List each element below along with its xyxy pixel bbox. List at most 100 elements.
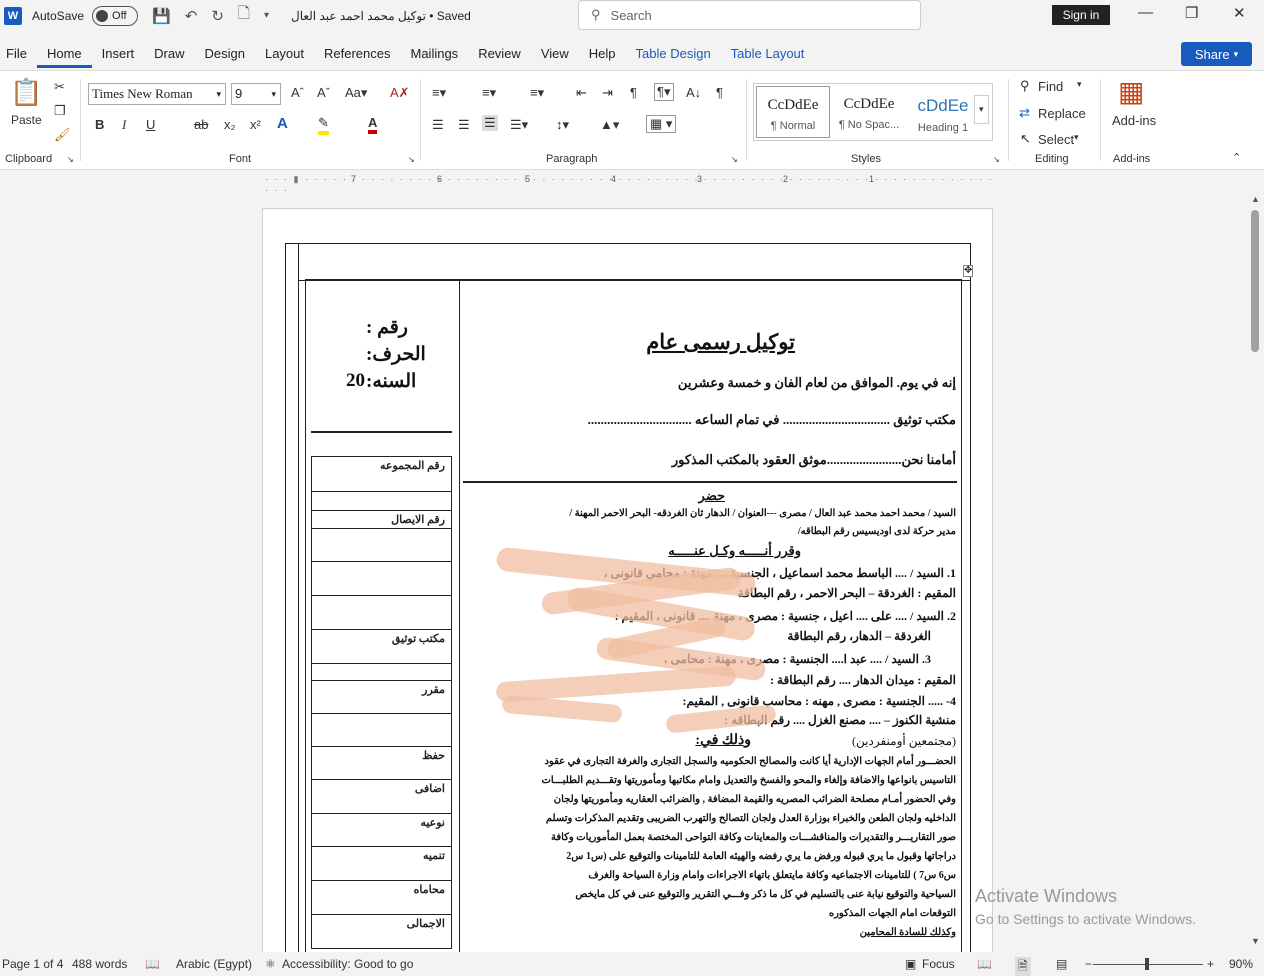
replace-icon[interactable]: ⇄ — [1019, 105, 1030, 121]
search-box[interactable]: ⚲ Search — [578, 0, 921, 30]
tab-table-design[interactable]: Table Design — [626, 40, 721, 68]
tab-design[interactable]: Design — [195, 40, 255, 68]
read-mode-icon[interactable]: 📖 — [977, 957, 992, 971]
collapse-ribbon-icon[interactable]: ⌃ — [1232, 151, 1241, 164]
bullets-icon[interactable]: ≡▾ — [432, 85, 446, 101]
line-spacing-icon[interactable]: ↕▾ — [556, 117, 569, 133]
font-color-icon[interactable]: A — [368, 115, 378, 134]
accessibility-status[interactable]: Accessibility: Good to go — [282, 957, 413, 971]
print-layout-icon[interactable]: 🗎 — [1015, 957, 1031, 976]
redo-icon[interactable]: ↻ — [211, 7, 224, 25]
font-name-box[interactable]: Times New Roman ▾ — [88, 83, 226, 105]
web-layout-icon[interactable]: ▤ — [1056, 957, 1067, 971]
scroll-up-icon[interactable]: ▲ — [1251, 194, 1260, 204]
paste-label[interactable]: Paste — [11, 113, 42, 127]
dialog-launcher-icon[interactable]: ↘ — [408, 155, 415, 164]
tab-view[interactable]: View — [531, 40, 579, 68]
tab-insert[interactable]: Insert — [92, 40, 145, 68]
decrease-indent-icon[interactable]: ⇤ — [576, 85, 587, 101]
grow-font-icon[interactable]: Aˆ — [291, 85, 304, 100]
addins-label[interactable]: Add-ins — [1112, 113, 1156, 128]
vertical-scrollbar[interactable]: ▲ ▼ — [1248, 192, 1264, 952]
tab-home[interactable]: Home — [36, 40, 92, 68]
strikethrough-icon[interactable]: ab — [194, 117, 208, 132]
ltr-paragraph-icon[interactable]: ¶ — [630, 85, 637, 100]
tab-file[interactable]: File — [0, 40, 37, 68]
shading-icon[interactable]: ▲▾ — [600, 117, 619, 133]
scrollbar-thumb[interactable] — [1251, 210, 1259, 352]
justify-icon[interactable]: ☰▾ — [510, 117, 528, 133]
find-label[interactable]: Find — [1038, 79, 1063, 94]
restore-icon[interactable]: ❐ — [1185, 4, 1198, 22]
document-page[interactable]: ✥ رقم : الحرف: السنه: 20 رقم المجموعه رق… — [262, 208, 993, 952]
zoom-out-icon[interactable]: − — [1085, 957, 1092, 971]
tab-review[interactable]: Review — [468, 40, 531, 68]
page-indicator[interactable]: Page 1 of 4 — [2, 957, 63, 971]
new-document-icon[interactable]: 🗋 — [238, 3, 250, 28]
text-effects-icon[interactable]: A — [277, 115, 288, 132]
increase-indent-icon[interactable]: ⇥ — [602, 85, 613, 101]
shrink-font-icon[interactable]: Aˇ — [317, 85, 330, 100]
share-button[interactable]: Share ▾ — [1181, 42, 1252, 66]
table-move-handle-icon[interactable]: ✥ — [963, 265, 974, 277]
language-indicator[interactable]: Arabic (Egypt) — [176, 957, 252, 971]
document-title[interactable]: توكيل محمد احمد عبد العال • Saved — [291, 9, 471, 23]
highlight-icon[interactable]: ✎ — [318, 115, 329, 135]
minimize-icon[interactable]: — — [1138, 4, 1153, 21]
replace-label[interactable]: Replace — [1038, 106, 1086, 121]
style-no-spacing[interactable]: CcDdEe ¶ No Spac... — [832, 86, 906, 138]
cut-icon[interactable]: ✂ — [54, 79, 65, 95]
styles-more-icon[interactable]: ▾ — [974, 95, 989, 124]
align-left-icon[interactable]: ☰ — [432, 117, 444, 133]
style-normal[interactable]: CcDdEe ¶ Normal — [756, 86, 830, 138]
underline-icon[interactable]: U — [146, 117, 155, 132]
show-marks-icon[interactable]: ¶ — [716, 85, 723, 100]
find-icon[interactable]: ⚲ — [1020, 78, 1030, 94]
horizontal-ruler[interactable]: · · · ▮ · · · · · · · · · · · · · · · · … — [265, 174, 995, 195]
word-count[interactable]: 488 words — [72, 957, 127, 971]
change-case-icon[interactable]: Aa▾ — [345, 85, 367, 101]
customize-toolbar-icon[interactable]: ▾ — [264, 10, 269, 21]
close-icon[interactable]: ✕ — [1233, 4, 1246, 22]
autosave-toggle[interactable]: Off — [92, 5, 139, 26]
scroll-down-icon[interactable]: ▼ — [1251, 936, 1260, 946]
tab-layout[interactable]: Layout — [255, 40, 314, 68]
tab-help[interactable]: Help — [579, 40, 626, 68]
select-icon[interactable]: ↖ — [1020, 131, 1031, 147]
tab-references[interactable]: References — [314, 40, 400, 68]
font-size-box[interactable]: 9 ▾ — [231, 83, 281, 105]
save-icon[interactable]: 💾 — [152, 7, 171, 25]
tab-table-layout[interactable]: Table Layout — [721, 40, 815, 68]
sign-in-button[interactable]: Sign in — [1052, 5, 1110, 25]
zoom-level[interactable]: 90% — [1229, 957, 1253, 971]
superscript-icon[interactable]: x² — [250, 117, 261, 132]
zoom-slider-thumb[interactable] — [1145, 958, 1149, 970]
addins-icon[interactable]: ▦ — [1118, 75, 1144, 108]
sort-icon[interactable]: A↓ — [686, 85, 701, 100]
style-heading-1[interactable]: cDdEe Heading 1 — [906, 86, 980, 138]
tab-mailings[interactable]: Mailings — [401, 40, 469, 68]
dialog-launcher-icon[interactable]: ↘ — [67, 155, 74, 164]
dialog-launcher-icon[interactable]: ↘ — [993, 155, 1000, 164]
proofing-icon[interactable]: 📖 — [145, 957, 160, 971]
tab-draw[interactable]: Draw — [144, 40, 194, 68]
focus-button[interactable]: Focus — [922, 957, 955, 971]
undo-icon[interactable]: ↶ — [185, 7, 198, 25]
zoom-in-icon[interactable]: + — [1207, 957, 1214, 971]
italic-icon[interactable]: I — [122, 117, 126, 133]
numbering-icon[interactable]: ≡▾ — [482, 85, 496, 101]
dialog-launcher-icon[interactable]: ↘ — [731, 155, 738, 164]
subscript-icon[interactable]: x₂ — [224, 117, 236, 132]
paste-icon[interactable]: 📋 — [10, 77, 42, 108]
align-center-icon[interactable]: ☰ — [458, 117, 470, 133]
rtl-paragraph-icon[interactable]: ¶▾ — [654, 83, 674, 101]
copy-icon[interactable]: ❐ — [54, 103, 66, 119]
multilevel-list-icon[interactable]: ≡▾ — [530, 85, 544, 101]
align-right-icon[interactable]: ☰ — [482, 115, 498, 131]
borders-icon[interactable]: ▦ ▾ — [646, 115, 677, 133]
select-label[interactable]: Select — [1038, 132, 1074, 147]
clear-formatting-icon[interactable]: A✗ — [390, 85, 410, 101]
bold-icon[interactable]: B — [95, 117, 104, 132]
format-painter-icon[interactable]: 🖌 — [54, 127, 71, 143]
document-canvas[interactable]: ✥ رقم : الحرف: السنه: 20 رقم المجموعه رق… — [0, 192, 1248, 952]
